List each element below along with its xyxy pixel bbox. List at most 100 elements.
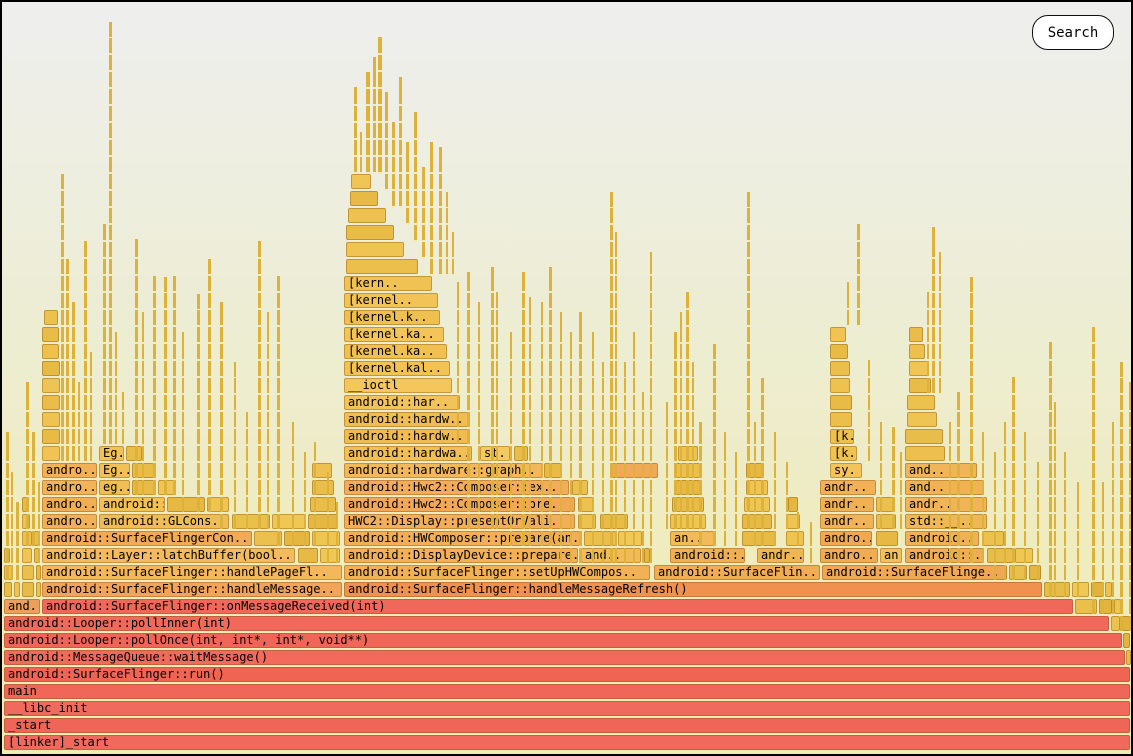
flame-frame[interactable]: andro.. [42, 514, 97, 529]
flame-spike[interactable] [414, 112, 417, 242]
flame-spike[interactable] [38, 482, 40, 565]
flame-frame[interactable]: android::hardwa.. [344, 446, 472, 461]
flame-frame-unlabeled[interactable] [514, 446, 528, 461]
flame-frame[interactable]: android::.. [99, 497, 165, 512]
flame-frame-unlabeled[interactable] [22, 548, 32, 563]
flame-frame[interactable]: [kernel.kal.. [344, 361, 450, 376]
flame-frame[interactable]: Eg. [99, 446, 124, 461]
flame-spike[interactable] [103, 224, 106, 446]
flame-frame-unlabeled[interactable] [351, 174, 371, 189]
flame-frame-unlabeled[interactable] [346, 259, 418, 274]
flame-frame-unlabeled[interactable] [42, 429, 60, 444]
flame-frame-unlabeled[interactable] [830, 327, 846, 342]
flame-frame-unlabeled[interactable] [1044, 582, 1070, 597]
flame-frame-unlabeled[interactable] [982, 531, 1004, 546]
flame-spike[interactable] [857, 224, 860, 327]
flame-spike[interactable] [378, 37, 382, 174]
flame-frame-unlabeled[interactable] [909, 327, 923, 342]
flame-spike[interactable] [692, 362, 694, 531]
flame-spike[interactable] [373, 57, 376, 174]
flame-frame[interactable]: android::hardw.. [344, 412, 470, 427]
flame-spike[interactable] [680, 312, 682, 531]
flame-frame[interactable]: android::SurfaceFlinger::handleMessageRe… [344, 582, 1042, 597]
flame-spike[interactable] [786, 462, 788, 531]
flame-spike[interactable] [197, 294, 200, 514]
flame-frame[interactable]: android::SurfaceFlin.. [654, 565, 820, 580]
flame-frame-unlabeled[interactable] [350, 191, 378, 206]
flame-spike[interactable] [797, 512, 799, 548]
flame-spike[interactable] [522, 272, 525, 548]
flame-frame[interactable]: andr.. [905, 497, 987, 512]
flame-frame-unlabeled[interactable] [36, 582, 41, 597]
flame-frame-unlabeled[interactable] [14, 582, 20, 597]
flame-frame-unlabeled[interactable] [36, 565, 41, 580]
flame-frame-unlabeled[interactable] [42, 446, 60, 461]
flame-frame-unlabeled[interactable] [42, 327, 59, 342]
flame-frame-unlabeled[interactable] [348, 208, 386, 223]
flame-frame[interactable]: android::SurfaceFlinger::handleMessage.. [42, 582, 342, 597]
flame-frame[interactable]: eg.. [99, 480, 130, 495]
flame-frame-unlabeled[interactable] [284, 531, 310, 546]
flame-spike[interactable] [392, 122, 395, 208]
flame-frame[interactable]: [k.. [830, 446, 857, 461]
flame-spike[interactable] [452, 232, 454, 276]
flame-frame-unlabeled[interactable] [788, 497, 798, 512]
flame-frame-unlabeled[interactable] [830, 361, 850, 376]
flame-frame[interactable]: _start [4, 718, 1130, 733]
flame-spike[interactable] [927, 292, 929, 395]
flame-frame[interactable]: andro.. [820, 531, 872, 546]
flame-frame-unlabeled[interactable] [742, 531, 776, 546]
flame-spike[interactable] [354, 87, 357, 174]
flame-spike[interactable] [6, 432, 9, 582]
flame-spike[interactable] [11, 472, 13, 582]
flame-frame[interactable]: [kernel.k.. [344, 310, 440, 325]
flame-frame-unlabeled[interactable] [1105, 582, 1112, 597]
flame-spike[interactable] [1064, 452, 1066, 599]
flame-spike[interactable] [642, 392, 644, 565]
flame-spike[interactable] [570, 332, 572, 565]
flame-frame-unlabeled[interactable] [126, 446, 142, 461]
flame-frame-unlabeled[interactable] [42, 378, 60, 393]
flame-spike[interactable] [747, 192, 750, 531]
flame-spike[interactable] [72, 302, 75, 463]
flame-spike[interactable] [446, 192, 448, 276]
flame-spike[interactable] [615, 232, 617, 565]
flame-spike[interactable] [674, 332, 677, 531]
flame-spike[interactable] [491, 267, 494, 531]
flame-frame[interactable]: [linker]_start [4, 735, 1130, 750]
flame-frame-unlabeled[interactable] [42, 395, 60, 410]
flame-frame[interactable]: android::Layer::latchBuffer(bool.. [42, 548, 295, 563]
flame-frame[interactable]: and.. [4, 599, 40, 614]
search-button[interactable]: Search [1032, 15, 1114, 50]
flame-frame-unlabeled[interactable] [1029, 565, 1041, 580]
flame-spike[interactable] [385, 92, 388, 191]
flame-spike[interactable] [422, 167, 425, 259]
flame-spike[interactable] [1077, 482, 1079, 599]
flame-spike[interactable] [994, 452, 996, 582]
flame-frame-unlabeled[interactable] [830, 412, 852, 427]
flame-spike[interactable] [153, 276, 156, 497]
flame-frame[interactable]: android::Looper::pollOnce(int, int*, int… [4, 633, 1122, 648]
flame-spike[interactable] [122, 392, 124, 446]
flame-frame-unlabeled[interactable] [1099, 599, 1112, 614]
flame-frame[interactable]: android::SurfaceFlinger::handlePageFl.. [42, 565, 342, 580]
flame-frame-unlabeled[interactable] [1072, 582, 1089, 597]
flame-spike[interactable] [258, 241, 261, 531]
flame-spike[interactable] [90, 352, 92, 463]
flame-spike[interactable] [208, 259, 211, 514]
flame-spike[interactable] [399, 77, 402, 208]
flame-frame[interactable]: android::SurfaceFlinger::run() [4, 667, 1130, 682]
flame-spike[interactable] [900, 452, 902, 531]
flame-frame[interactable]: android::HWComposer::prepare(an.. [344, 531, 582, 546]
flame-spike[interactable] [1049, 342, 1052, 599]
flame-spike[interactable] [847, 282, 849, 327]
flame-spike[interactable] [439, 147, 442, 276]
flame-spike[interactable] [592, 332, 594, 565]
flame-spike[interactable] [949, 422, 951, 565]
flame-frame[interactable]: android::SurfaceFlingerCon.. [42, 531, 252, 546]
flame-frame[interactable]: an. [880, 548, 902, 563]
flame-spike[interactable] [406, 142, 409, 225]
flame-spike[interactable] [892, 427, 895, 531]
flame-spike[interactable] [529, 297, 531, 548]
flame-spike[interactable] [1092, 327, 1095, 616]
